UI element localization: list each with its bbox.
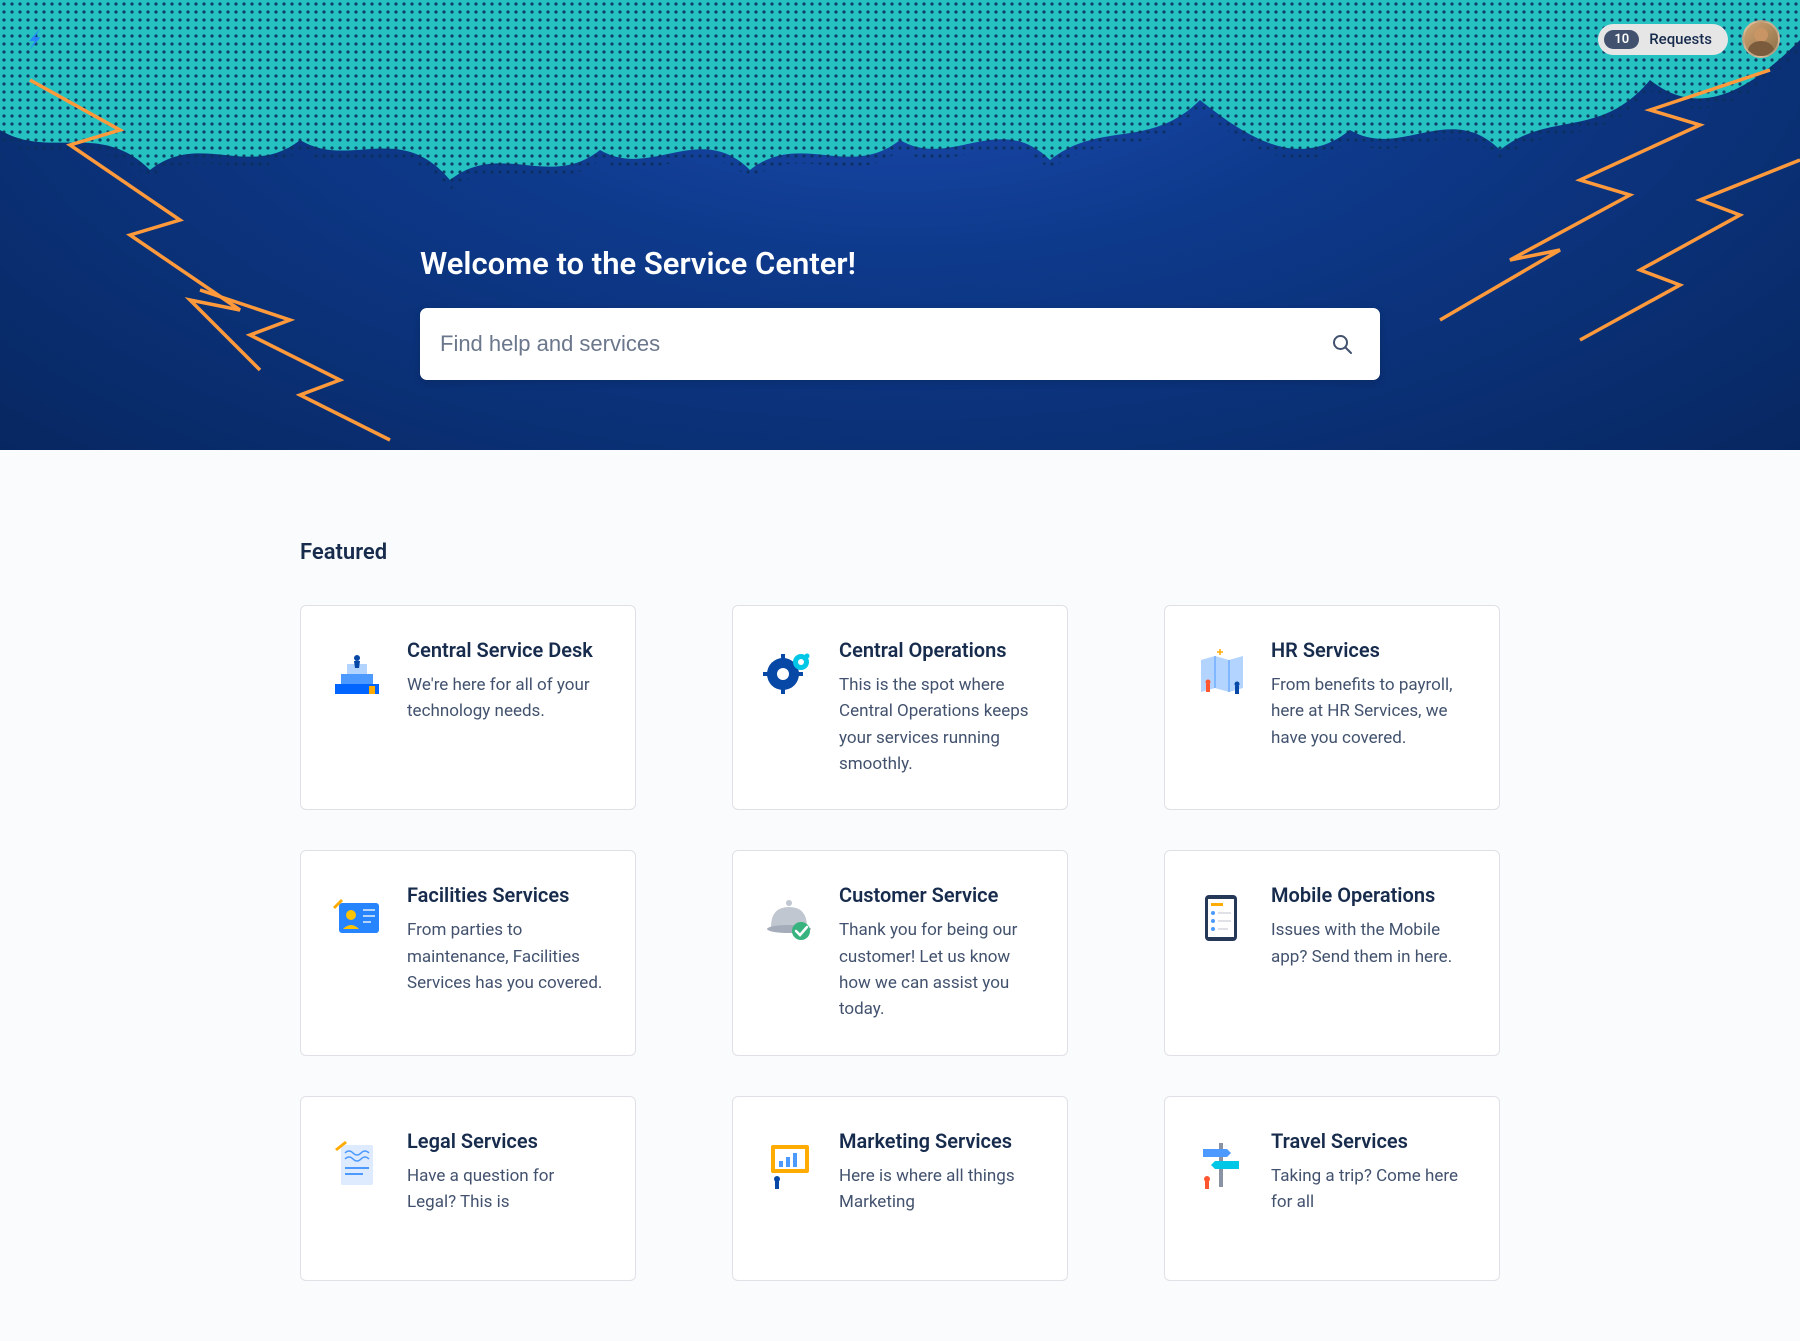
card-central-service-desk[interactable]: Central Service Desk We're here for all …	[300, 605, 636, 810]
card-desc: From parties to maintenance, Facilities …	[407, 917, 607, 996]
featured-cards-grid: Central Service Desk We're here for all …	[300, 605, 1500, 1281]
document-icon	[329, 1135, 385, 1191]
card-title: Legal Services	[407, 1129, 607, 1153]
card-title: Central Operations	[839, 638, 1039, 662]
card-title: HR Services	[1271, 638, 1471, 662]
main-content: Featured Central Service Desk We're here…	[150, 450, 1650, 1341]
card-facilities-services[interactable]: Facilities Services From parties to main…	[300, 850, 636, 1055]
card-title: Central Service Desk	[407, 638, 607, 662]
card-desc: From benefits to payroll, here at HR Ser…	[1271, 672, 1471, 751]
jira-service-logo-icon	[20, 24, 50, 54]
requests-count-badge: 10	[1604, 30, 1639, 49]
avatar[interactable]	[1742, 20, 1780, 58]
presentation-icon	[761, 1135, 817, 1191]
card-desc: Have a question for Legal? This is	[407, 1163, 607, 1216]
people-map-icon	[1193, 644, 1249, 700]
logo-area[interactable]	[20, 24, 50, 54]
card-mobile-operations[interactable]: Mobile Operations Issues with the Mobile…	[1164, 850, 1500, 1055]
card-desc: Here is where all things Marketing	[839, 1163, 1039, 1216]
search-input[interactable]	[440, 331, 1324, 357]
card-title: Mobile Operations	[1271, 883, 1471, 907]
id-card-icon	[329, 889, 385, 945]
card-desc: Issues with the Mobile app? Send them in…	[1271, 917, 1471, 970]
card-title: Facilities Services	[407, 883, 607, 907]
card-legal-services[interactable]: Legal Services Have a question for Legal…	[300, 1096, 636, 1281]
card-desc: This is the spot where Central Operation…	[839, 672, 1039, 777]
card-central-operations[interactable]: Central Operations This is the spot wher…	[732, 605, 1068, 810]
gear-icon	[761, 644, 817, 700]
card-customer-service[interactable]: Customer Service Thank you for being our…	[732, 850, 1068, 1055]
card-marketing-services[interactable]: Marketing Services Here is where all thi…	[732, 1096, 1068, 1281]
search-button[interactable]	[1324, 326, 1360, 362]
service-desk-icon	[329, 644, 385, 700]
card-title: Customer Service	[839, 883, 1039, 907]
search-icon	[1330, 332, 1354, 356]
card-desc: Taking a trip? Come here for all	[1271, 1163, 1471, 1216]
card-travel-services[interactable]: Travel Services Taking a trip? Come here…	[1164, 1096, 1500, 1281]
page-title: Welcome to the Service Center!	[420, 245, 1380, 282]
hero-banner: 10 Requests Welcome to the Service Cente…	[0, 0, 1800, 450]
requests-label: Requests	[1649, 30, 1712, 48]
topbar: 10 Requests	[0, 20, 1800, 58]
topbar-right: 10 Requests	[1598, 20, 1780, 58]
featured-heading: Featured	[300, 540, 1500, 565]
cloche-check-icon	[761, 889, 817, 945]
card-desc: We're here for all of your technology ne…	[407, 672, 607, 725]
card-hr-services[interactable]: HR Services From benefits to payroll, he…	[1164, 605, 1500, 810]
mobile-phone-icon	[1193, 889, 1249, 945]
signpost-icon	[1193, 1135, 1249, 1191]
card-title: Marketing Services	[839, 1129, 1039, 1153]
requests-button[interactable]: 10 Requests	[1598, 24, 1728, 55]
card-desc: Thank you for being our customer! Let us…	[839, 917, 1039, 1022]
search-box	[420, 308, 1380, 380]
card-title: Travel Services	[1271, 1129, 1471, 1153]
